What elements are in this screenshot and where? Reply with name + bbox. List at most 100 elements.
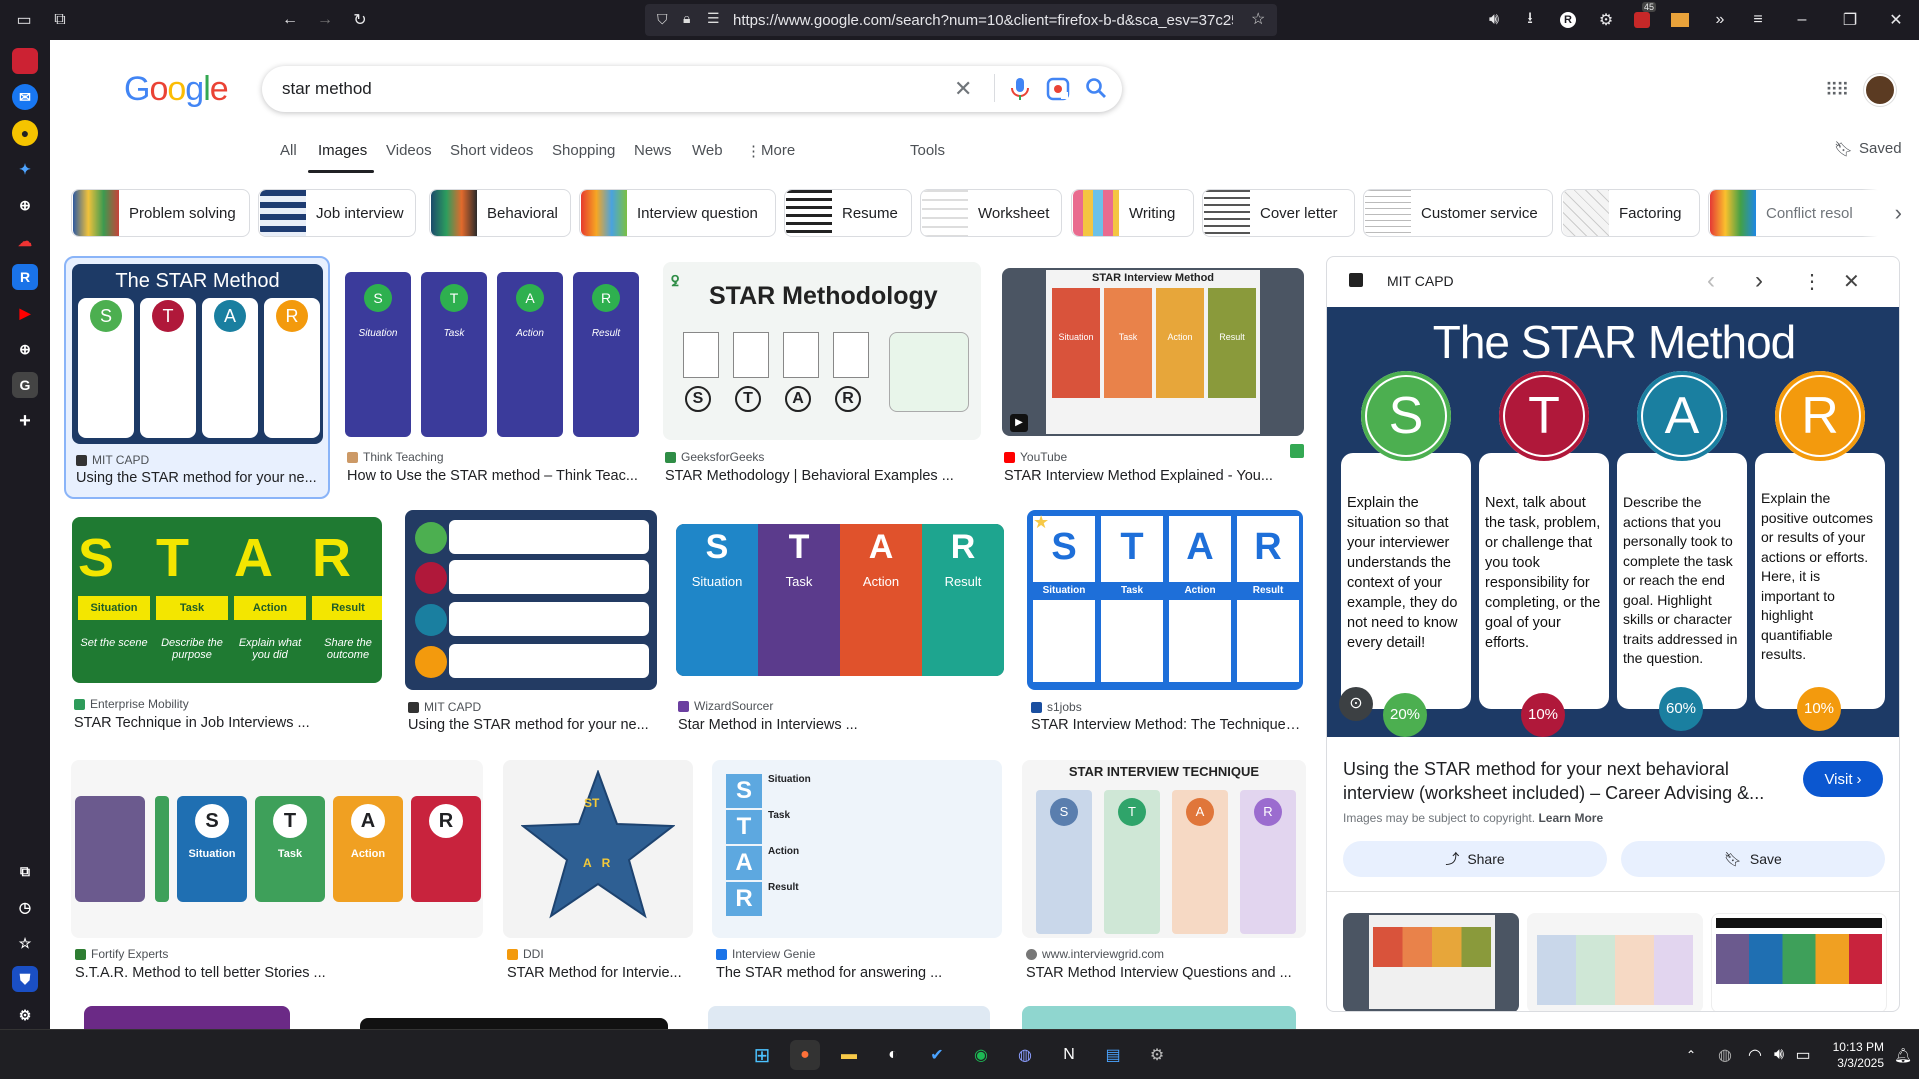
share-button[interactable]: ⤴ Share — [1343, 841, 1607, 877]
discord-icon[interactable]: ◍ — [1010, 1040, 1040, 1070]
sparkle-icon[interactable]: ✦ — [12, 156, 38, 182]
messenger-icon[interactable]: ✉ — [12, 84, 38, 110]
shield-icon[interactable]: ⛉ — [657, 11, 668, 28]
tab-web[interactable]: Web — [692, 142, 723, 159]
result-image-11[interactable]: S T A R Situation Task Action Result — [712, 760, 1002, 938]
cloud-icon[interactable]: ☁ — [12, 228, 38, 254]
chip-resume[interactable]: Resume — [784, 189, 912, 237]
r-app-icon[interactable]: R — [12, 264, 38, 290]
account-r-icon[interactable]: R — [1556, 8, 1580, 32]
sync-tabs-icon[interactable]: ⧉ — [12, 858, 38, 884]
extension-badge-icon[interactable]: 45 — [1630, 2, 1657, 32]
url-text[interactable]: https://www.google.com/search?num=10&cli… — [733, 12, 1233, 29]
globe-icon-2[interactable]: ⊕ — [12, 336, 38, 362]
tab-all[interactable]: All — [280, 142, 297, 159]
result-card-6[interactable]: MIT CAPD Using the STAR method for your … — [405, 510, 657, 739]
previous-icon[interactable]: ‹ — [1707, 267, 1715, 295]
close-panel-icon[interactable]: ✕ — [1843, 269, 1860, 294]
tab-videos[interactable]: Videos — [386, 142, 432, 159]
screenshot-extension-icon[interactable] — [1668, 8, 1692, 32]
lock-icon[interactable]: 🔒︎ — [683, 10, 690, 27]
app-menu-icon[interactable]: ≡ — [1746, 8, 1770, 32]
history-icon[interactable]: ◷ — [12, 894, 38, 920]
search-box[interactable]: star method ✕ — [262, 66, 1122, 112]
url-bar[interactable]: ⛉ 🔒︎ ☰ https://www.google.com/search?num… — [645, 4, 1277, 36]
result-title-12[interactable]: STAR Method Interview Questions and ... — [1026, 965, 1306, 981]
visit-button[interactable]: Visit › — [1803, 761, 1883, 797]
tab-tools[interactable]: Tools — [910, 142, 945, 159]
related-image-1[interactable] — [1343, 913, 1519, 1011]
chip-cover-letter[interactable]: Cover letter — [1202, 189, 1355, 237]
result-card-9[interactable]: S T A R Situation Task Action Fortify Ex… — [71, 760, 483, 990]
sidebar-toggle-icon[interactable]: ▭ — [12, 8, 36, 32]
result-card-5[interactable]: S T A R Situation Task Action Result Set… — [72, 517, 382, 739]
settings-icon[interactable]: ⚙ — [12, 1002, 38, 1028]
tasks-icon[interactable]: ✔ — [922, 1040, 952, 1070]
downloads-icon[interactable]: ⭳ — [1518, 8, 1542, 32]
chat-icon[interactable]: ● — [12, 120, 38, 146]
more-tools-icon[interactable]: » — [1708, 8, 1732, 32]
add-panel-icon[interactable]: + — [12, 408, 38, 434]
search-input[interactable]: star method — [282, 79, 372, 99]
related-image-3[interactable] — [1711, 913, 1887, 1011]
settings-app-icon[interactable]: ⚙ — [1142, 1040, 1172, 1070]
bookmarks-icon[interactable]: ☆ — [12, 930, 38, 956]
reload-icon[interactable]: ↻ — [348, 8, 372, 32]
voice-search-icon[interactable] — [1008, 76, 1032, 102]
permissions-icon[interactable]: ☰ — [707, 10, 720, 27]
notifications-icon[interactable]: 🔔︎ — [1888, 1040, 1918, 1070]
chip-interview-question[interactable]: Interview question — [579, 189, 776, 237]
result-title-3[interactable]: STAR Methodology | Behavioral Examples .… — [665, 468, 975, 484]
result-title-7[interactable]: Star Method in Interviews ... — [678, 717, 1004, 733]
restore-icon[interactable]: ❐ — [1838, 8, 1862, 32]
search-icon[interactable] — [1084, 76, 1108, 100]
extensions-icon[interactable]: ⚙ — [1594, 8, 1618, 32]
panel-image[interactable]: The STAR Method S T A R Explain the situ… — [1327, 307, 1899, 737]
result-image-14[interactable] — [360, 1018, 668, 1029]
result-card-4[interactable]: STAR Interview Method Situation Task Act… — [1002, 268, 1304, 494]
result-title-10[interactable]: STAR Method for Intervie... — [507, 965, 692, 981]
shield-extension-icon[interactable]: ⛊ — [12, 966, 38, 992]
result-image-3[interactable]: ꝿ STAR Methodology S T A R — [663, 262, 981, 440]
related-image-2[interactable] — [1527, 913, 1703, 1011]
tab-short-videos[interactable]: Short videos — [450, 142, 533, 159]
result-image-13[interactable] — [84, 1006, 290, 1029]
file-explorer-icon[interactable]: ▬ — [834, 1040, 864, 1070]
learn-more-link[interactable]: Learn More — [1538, 811, 1603, 825]
clock[interactable]: 10:13 PM 3/3/2025 — [1824, 1039, 1884, 1071]
chip-factoring[interactable]: Factoring — [1561, 189, 1700, 237]
saved-button[interactable]: 🔖︎ Saved — [1834, 140, 1902, 158]
clear-icon[interactable]: ✕ — [954, 76, 972, 102]
google-logo[interactable]: Google — [124, 70, 229, 109]
result-image-9[interactable]: S T A R Situation Task Action — [71, 760, 483, 938]
speaker-icon[interactable]: 🔊︎ — [1482, 8, 1506, 32]
chip-worksheet[interactable]: Worksheet — [920, 189, 1062, 237]
result-image-8[interactable]: S T A R Situation Task Action Result ★ — [1027, 510, 1303, 690]
result-card-12[interactable]: STAR INTERVIEW TECHNIQUE S T A R www.int… — [1022, 760, 1306, 990]
forward-icon[interactable]: → — [313, 8, 337, 32]
lens-icon[interactable] — [1046, 77, 1070, 101]
panel-title[interactable]: Using the STAR method for your next beha… — [1343, 757, 1783, 805]
more-options-icon[interactable]: ⋮ — [1802, 269, 1822, 294]
result-title-1[interactable]: Using the STAR method for your ne... — [76, 470, 326, 486]
chip-behavioral[interactable]: Behavioral — [429, 189, 571, 237]
result-title-9[interactable]: S.T.A.R. Method to tell better Stories .… — [75, 965, 480, 981]
result-image-7[interactable]: S T A R Situation Task Action Result — [676, 524, 1004, 676]
sidebar-app-icon[interactable] — [12, 48, 38, 74]
apps-grid-icon[interactable]: ⠿⠿ — [1825, 80, 1849, 101]
chip-customer-service[interactable]: Customer service — [1363, 189, 1553, 237]
next-icon[interactable]: › — [1755, 267, 1763, 295]
result-card-1[interactable]: The STAR Method S T A R MIT CAPD Using t… — [64, 256, 330, 499]
result-image-12[interactable]: STAR INTERVIEW TECHNIQUE S T A R — [1022, 760, 1306, 938]
chip-writing[interactable]: Writing — [1071, 189, 1194, 237]
result-card-8[interactable]: S T A R Situation Task Action Result ★ s… — [1027, 510, 1303, 739]
youtube-icon[interactable]: ▶ — [12, 300, 38, 326]
chip-conflict-resolution[interactable]: Conflict resol — [1708, 189, 1882, 237]
tab-news[interactable]: News — [634, 142, 672, 159]
result-card-3[interactable]: ꝿ STAR Methodology S T A R GeeksforGeeks… — [663, 262, 981, 494]
result-card-7[interactable]: S T A R Situation Task Action Result Wiz… — [676, 524, 1004, 739]
notion-icon[interactable]: N — [1054, 1040, 1084, 1070]
result-title-11[interactable]: The STAR method for answering ... — [716, 965, 1001, 981]
result-image-1[interactable]: The STAR Method S T A R — [72, 264, 323, 444]
google-icon[interactable]: G — [12, 372, 38, 398]
